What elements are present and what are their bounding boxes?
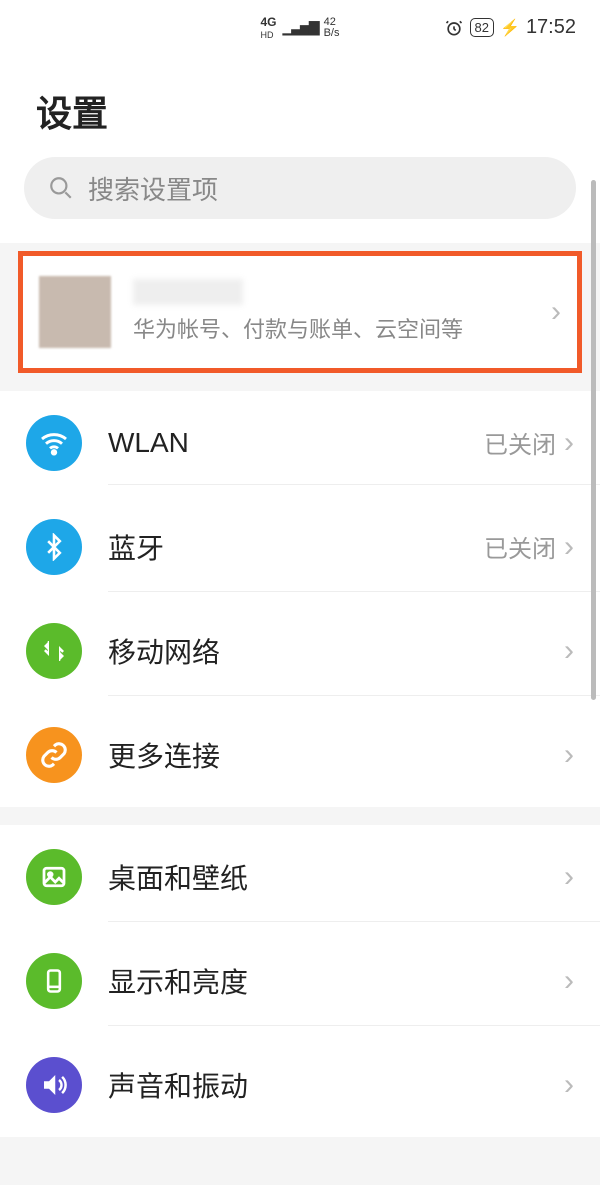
avatar (39, 276, 111, 348)
phone-icon (26, 953, 82, 1009)
row-label: 桌面和壁纸 (108, 857, 564, 897)
status-network: 4GHD ▁▃▅▇ 42B/s (261, 16, 340, 40)
mobile-data-icon (26, 623, 82, 679)
row-label: 蓝牙 (108, 527, 484, 567)
chevron-right-icon: › (564, 426, 574, 460)
battery-indicator: 82 (470, 18, 494, 37)
status-bar: 4GHD ▁▃▅▇ 42B/s 82 ⚡ 17:52 (0, 0, 600, 55)
settings-group-network: WLAN 已关闭 › 蓝牙 已关闭 › 移动网络 › 更多连接 › (0, 391, 600, 807)
search-input[interactable]: 搜索设置项 (24, 157, 576, 219)
chevron-right-icon: › (551, 295, 561, 329)
row-label: 声音和振动 (108, 1065, 564, 1105)
signal-icon: ▁▃▅▇ (283, 19, 318, 36)
clock: 17:52 (526, 16, 576, 39)
wifi-icon (26, 415, 82, 471)
row-value: 已关闭 (484, 425, 556, 460)
chevron-right-icon: › (564, 964, 574, 998)
alarm-icon (444, 18, 464, 38)
chevron-right-icon: › (564, 860, 574, 894)
row-label: 显示和亮度 (108, 961, 564, 1001)
chevron-right-icon: › (564, 1068, 574, 1102)
account-row[interactable]: 华为帐号、付款与账单、云空间等 › (18, 251, 582, 373)
charging-icon: ⚡ (500, 18, 520, 38)
row-sound[interactable]: 声音和振动 › (0, 1033, 600, 1137)
speaker-icon (26, 1057, 82, 1113)
bluetooth-icon (26, 519, 82, 575)
row-bluetooth[interactable]: 蓝牙 已关闭 › (0, 495, 600, 599)
row-label: WLAN (108, 427, 484, 459)
row-wlan[interactable]: WLAN 已关闭 › (0, 391, 600, 495)
page-header: 设置 (0, 55, 600, 157)
row-value: 已关闭 (484, 529, 556, 564)
chevron-right-icon: › (564, 530, 574, 564)
account-subtitle: 华为帐号、付款与账单、云空间等 (133, 315, 529, 346)
row-mobile-network[interactable]: 移动网络 › (0, 599, 600, 703)
page-title: 设置 (36, 85, 564, 137)
row-wallpaper[interactable]: 桌面和壁纸 › (0, 825, 600, 929)
row-label: 更多连接 (108, 735, 564, 775)
link-icon (26, 727, 82, 783)
row-label: 移动网络 (108, 631, 564, 671)
search-placeholder: 搜索设置项 (88, 170, 218, 207)
chevron-right-icon: › (564, 738, 574, 772)
row-more-connections[interactable]: 更多连接 › (0, 703, 600, 807)
settings-group-display: 桌面和壁纸 › 显示和亮度 › 声音和振动 › (0, 825, 600, 1137)
row-display[interactable]: 显示和亮度 › (0, 929, 600, 1033)
image-icon (26, 849, 82, 905)
search-icon (48, 175, 74, 201)
account-name-blurred (133, 279, 243, 305)
chevron-right-icon: › (564, 634, 574, 668)
scrollbar[interactable] (591, 180, 596, 700)
